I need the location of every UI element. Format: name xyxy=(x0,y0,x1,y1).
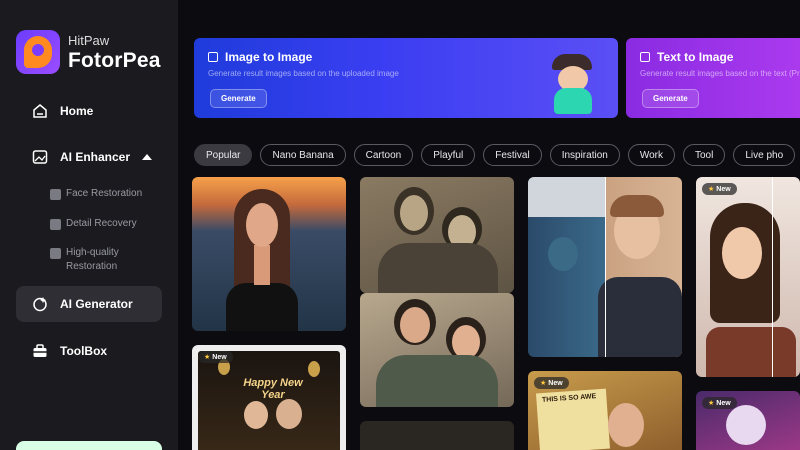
text-image-icon xyxy=(640,52,650,62)
banner-title: Image to Image xyxy=(225,50,313,64)
sidebar-item-toolbox[interactable]: ToolBox xyxy=(16,333,162,369)
toolbox-icon xyxy=(32,343,48,359)
new-badge: ★ New xyxy=(702,397,737,409)
detail-recovery-icon xyxy=(50,219,61,230)
template-card-portrait[interactable] xyxy=(192,177,346,331)
image-to-image-banner[interactable]: Image to Image Generate result images ba… xyxy=(194,38,618,118)
app-logo[interactable]: HitPaw FotorPea xyxy=(16,30,161,74)
generate-button[interactable]: Generate xyxy=(642,89,699,108)
banner-title: Text to Image xyxy=(657,50,734,64)
tab-playful[interactable]: Playful xyxy=(421,144,476,166)
sidebar-item-label: ToolBox xyxy=(60,344,108,358)
star-icon: ★ xyxy=(708,186,715,193)
tab-cartoon[interactable]: Cartoon xyxy=(353,144,414,166)
sidebar: HitPaw FotorPea Home AI Enhancer Face Re… xyxy=(0,0,178,450)
tab-work[interactable]: Work xyxy=(627,144,675,166)
tab-inspiration[interactable]: Inspiration xyxy=(549,144,620,166)
template-card-dark[interactable] xyxy=(360,421,514,450)
star-icon: ★ xyxy=(540,380,547,387)
tab-popular[interactable]: Popular xyxy=(194,144,253,166)
sidebar-item-label: AI Enhancer xyxy=(60,150,131,164)
sidebar-item-label: Home xyxy=(60,104,94,118)
tab-live-photo[interactable]: Live pho xyxy=(733,144,796,166)
sub-item-face-restoration[interactable]: Face Restoration xyxy=(50,187,142,201)
sidebar-item-ai-enhancer[interactable]: AI Enhancer xyxy=(16,139,162,175)
home-icon xyxy=(32,103,48,119)
sub-item-label: Detail Recovery xyxy=(66,218,137,229)
template-card-restored-photo[interactable] xyxy=(360,293,514,407)
template-card-new-year[interactable]: Happy New Year ★ New xyxy=(192,345,346,450)
tab-nano-banana[interactable]: Nano Banana xyxy=(260,144,346,166)
template-card-selfie[interactable]: ★ New xyxy=(696,177,800,377)
sub-item-label: Face Restoration xyxy=(66,188,143,199)
category-tabs: Popular Nano Banana Cartoon Playful Fest… xyxy=(194,144,796,166)
mascot-illustration xyxy=(544,54,602,114)
template-card-split-compare[interactable] xyxy=(528,177,682,357)
party-image: Happy New Year xyxy=(198,351,340,450)
brand-line1: HitPaw xyxy=(68,32,110,48)
portrait-image xyxy=(226,187,298,331)
star-icon: ★ xyxy=(708,400,715,407)
new-badge: ★ New xyxy=(534,377,569,389)
image-icon xyxy=(208,52,218,62)
party-caption: Happy New Year xyxy=(243,377,303,401)
fotorpea-logo-icon xyxy=(16,30,60,74)
sidebar-item-ai-generator[interactable]: AI Generator xyxy=(16,286,162,322)
sidebar-item-label: AI Generator xyxy=(60,297,133,311)
new-badge: ★ New xyxy=(702,183,737,195)
chevron-up-icon xyxy=(142,154,153,160)
high-quality-restoration-icon xyxy=(50,248,61,259)
template-card-old-photo[interactable] xyxy=(360,177,514,293)
image-enhance-icon xyxy=(32,149,48,165)
brand-line2: FotorPea xyxy=(68,48,161,72)
sub-item-detail-recovery[interactable]: Detail Recovery xyxy=(50,217,137,231)
sub-item-high-quality-restoration[interactable]: High-quality Restoration xyxy=(50,246,130,274)
sidebar-item-home[interactable]: Home xyxy=(16,93,162,129)
tab-tool[interactable]: Tool xyxy=(682,144,726,166)
new-badge: ★ New xyxy=(198,351,233,363)
main-content: Image to Image Generate result images ba… xyxy=(178,0,800,450)
face-restoration-icon xyxy=(50,189,61,200)
generate-button[interactable]: Generate xyxy=(210,89,267,108)
ai-generator-icon xyxy=(32,296,48,312)
upgrade-button[interactable] xyxy=(16,441,162,450)
sub-item-label: High-quality Restoration xyxy=(66,247,119,272)
template-card-cartoon[interactable]: ★ New xyxy=(696,391,800,450)
template-card-sign[interactable]: THIS IS SO AWE ★ New xyxy=(528,371,682,450)
text-to-image-banner[interactable]: Text to Image Generate result images bas… xyxy=(626,38,800,118)
tab-festival[interactable]: Festival xyxy=(483,144,542,166)
star-icon: ★ xyxy=(204,354,211,361)
banner-subtitle: Generate result images based on the text… xyxy=(640,69,800,78)
